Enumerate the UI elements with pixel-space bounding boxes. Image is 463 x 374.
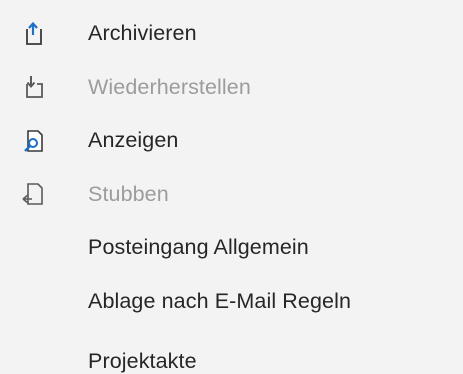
- menu-item-archivieren[interactable]: Archivieren: [0, 7, 463, 61]
- menu-item-wiederherstellen[interactable]: Wiederherstellen: [0, 61, 463, 115]
- menu-item-icon-cell: [0, 61, 88, 115]
- menu-item-anzeigen[interactable]: Anzeigen: [0, 114, 463, 168]
- menu-item-stubben[interactable]: Stubben: [0, 168, 463, 222]
- menu-item-icon-cell: [0, 7, 88, 61]
- menu-item-icon-cell: [0, 221, 88, 275]
- view-icon: [20, 128, 46, 154]
- menu-item-label: Projektakte: [88, 349, 197, 373]
- archive-icon: [20, 21, 46, 47]
- context-menu: Archivieren Wiederherstellen Anzeigen St…: [0, 0, 463, 374]
- menu-item-label: Ablage nach E-Mail Regeln: [88, 288, 352, 313]
- menu-item-ablage-nach-e-mail-regeln[interactable]: Ablage nach E-Mail Regeln: [0, 275, 463, 329]
- menu-item-label: Anzeigen: [88, 128, 179, 153]
- menu-item-icon-cell: [0, 114, 88, 168]
- menu-item-icon-cell: [0, 168, 88, 222]
- stub-icon: [20, 181, 46, 207]
- menu-item-icon-cell: [0, 328, 88, 368]
- menu-item-posteingang-allgemein[interactable]: Posteingang Allgemein: [0, 221, 463, 275]
- menu-item-icon-cell: [0, 275, 88, 329]
- menu-item-label: Posteingang Allgemein: [88, 235, 309, 260]
- menu-item-label: Stubben: [88, 181, 169, 206]
- menu-item-projektakte[interactable]: Projektakte: [0, 328, 463, 373]
- menu-item-label: Wiederherstellen: [88, 74, 251, 99]
- menu-item-label: Archivieren: [88, 21, 197, 46]
- restore-icon: [20, 74, 46, 100]
